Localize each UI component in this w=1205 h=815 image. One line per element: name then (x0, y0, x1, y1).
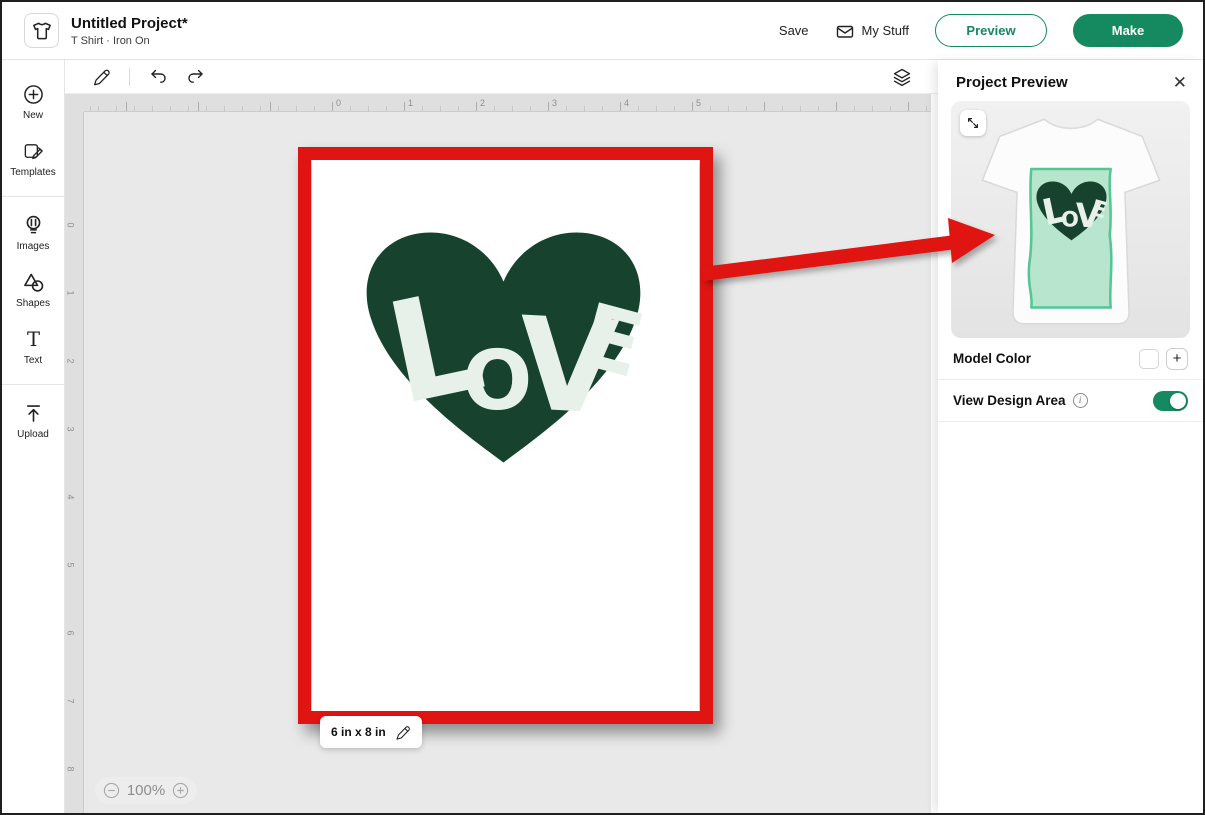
project-title-block: Untitled Project* T Shirt · Iron On (71, 15, 188, 47)
sidebar-item-label: Shapes (16, 298, 50, 309)
canvas-toolbar (65, 60, 938, 94)
project-type-button[interactable] (24, 13, 59, 48)
undo-button[interactable] (148, 67, 168, 87)
sidebar-item-templates[interactable]: Templates (2, 131, 64, 188)
zoom-control: 100% (95, 777, 197, 804)
sidebar-item-upload[interactable]: Upload (2, 393, 64, 450)
view-design-area-label: View Design Area (953, 393, 1066, 408)
lightbulb-icon (22, 214, 45, 237)
ruler-label: 4 (66, 494, 76, 499)
ruler-label: 2 (66, 358, 76, 363)
sidebar-item-text[interactable]: T Text (2, 319, 64, 376)
upload-icon (22, 402, 45, 425)
left-sidebar: New Templates Images (2, 60, 65, 813)
sidebar-item-label: Templates (10, 167, 56, 178)
pencil-icon (91, 67, 111, 87)
model-color-row: Model Color + (938, 338, 1203, 380)
sidebar-item-images[interactable]: Images (2, 205, 64, 262)
mail-box-icon (835, 21, 855, 41)
design-canvas[interactable]: 0 1 2 3 4 5 0 1 2 3 4 5 6 7 8 (65, 60, 938, 813)
undo-icon (148, 67, 168, 87)
view-design-area-toggle[interactable] (1153, 391, 1188, 411)
my-stuff-label: My Stuff (862, 23, 909, 38)
layers-icon (892, 67, 912, 87)
ruler-label: 4 (624, 98, 629, 108)
sidebar-divider (2, 384, 64, 385)
info-icon[interactable]: i (1073, 393, 1088, 408)
ruler-label: 0 (336, 98, 341, 108)
toolbar-divider (129, 68, 130, 86)
top-bar: Untitled Project* T Shirt · Iron On Save… (2, 2, 1203, 60)
expand-preview-button[interactable] (960, 110, 986, 136)
expand-icon (966, 116, 980, 130)
zoom-in-button[interactable] (172, 782, 189, 799)
sidebar-item-label: New (23, 110, 43, 121)
vertical-ruler: 0 1 2 3 4 5 6 7 8 (65, 112, 84, 813)
add-color-button[interactable]: + (1166, 348, 1188, 370)
sidebar-item-label: Text (24, 355, 42, 366)
close-icon[interactable]: ✕ (1173, 74, 1187, 91)
love-heart-design[interactable] (347, 205, 660, 473)
zoom-level: 100% (127, 782, 165, 799)
model-color-label: Model Color (953, 351, 1031, 366)
shapes-icon (22, 271, 45, 294)
panel-title: Project Preview (956, 74, 1068, 91)
sidebar-item-label: Upload (17, 429, 49, 440)
view-design-area-row: View Design Area i (938, 380, 1203, 422)
tshirt-icon (31, 20, 53, 42)
save-button[interactable]: Save (779, 23, 809, 38)
ruler-label: 3 (66, 426, 76, 431)
templates-icon (22, 140, 45, 163)
sidebar-item-shapes[interactable]: Shapes (2, 262, 64, 319)
zoom-out-button[interactable] (103, 782, 120, 799)
ruler-label: 0 (66, 222, 76, 227)
ruler-label: 6 (66, 630, 76, 635)
ruler-label: 5 (696, 98, 701, 108)
sidebar-divider (2, 196, 64, 197)
toggle-knob (1170, 393, 1186, 409)
ruler-label: 1 (408, 98, 413, 108)
ruler-label: 5 (66, 562, 76, 567)
ruler-label: 2 (480, 98, 485, 108)
my-stuff-button[interactable]: My Stuff (835, 21, 909, 41)
ruler-label: 1 (66, 290, 76, 295)
app-window: Untitled Project* T Shirt · Iron On Save… (0, 0, 1205, 815)
scrollbar-track[interactable] (931, 94, 938, 813)
text-icon: T (22, 328, 45, 351)
layers-button[interactable] (892, 67, 912, 87)
svg-text:T: T (26, 328, 39, 351)
sidebar-item-new[interactable]: New (2, 74, 64, 131)
tshirt-preview-card (951, 101, 1190, 338)
redo-button[interactable] (186, 67, 206, 87)
artboard-size-label: 6 in x 8 in (331, 725, 386, 739)
horizontal-ruler: 0 1 2 3 4 5 (84, 94, 938, 112)
redo-icon (186, 67, 206, 87)
tshirt-mockup (968, 111, 1174, 335)
preview-button[interactable]: Preview (935, 14, 1047, 47)
make-button[interactable]: Make (1073, 14, 1183, 47)
pencil-icon (394, 724, 411, 741)
edit-button[interactable] (91, 67, 111, 87)
project-subtitle: T Shirt · Iron On (71, 35, 188, 47)
artboard-size-tag[interactable]: 6 in x 8 in (320, 716, 422, 748)
ruler-label: 3 (552, 98, 557, 108)
ruler-corner (65, 94, 84, 112)
project-preview-panel: Project Preview ✕ Model Color + (938, 60, 1203, 813)
ruler-label: 7 (66, 698, 76, 703)
sidebar-item-label: Images (17, 241, 50, 252)
project-title: Untitled Project* (71, 15, 188, 33)
plus-circle-icon (22, 83, 45, 106)
ruler-label: 8 (66, 766, 76, 771)
model-color-swatch[interactable] (1139, 349, 1159, 369)
